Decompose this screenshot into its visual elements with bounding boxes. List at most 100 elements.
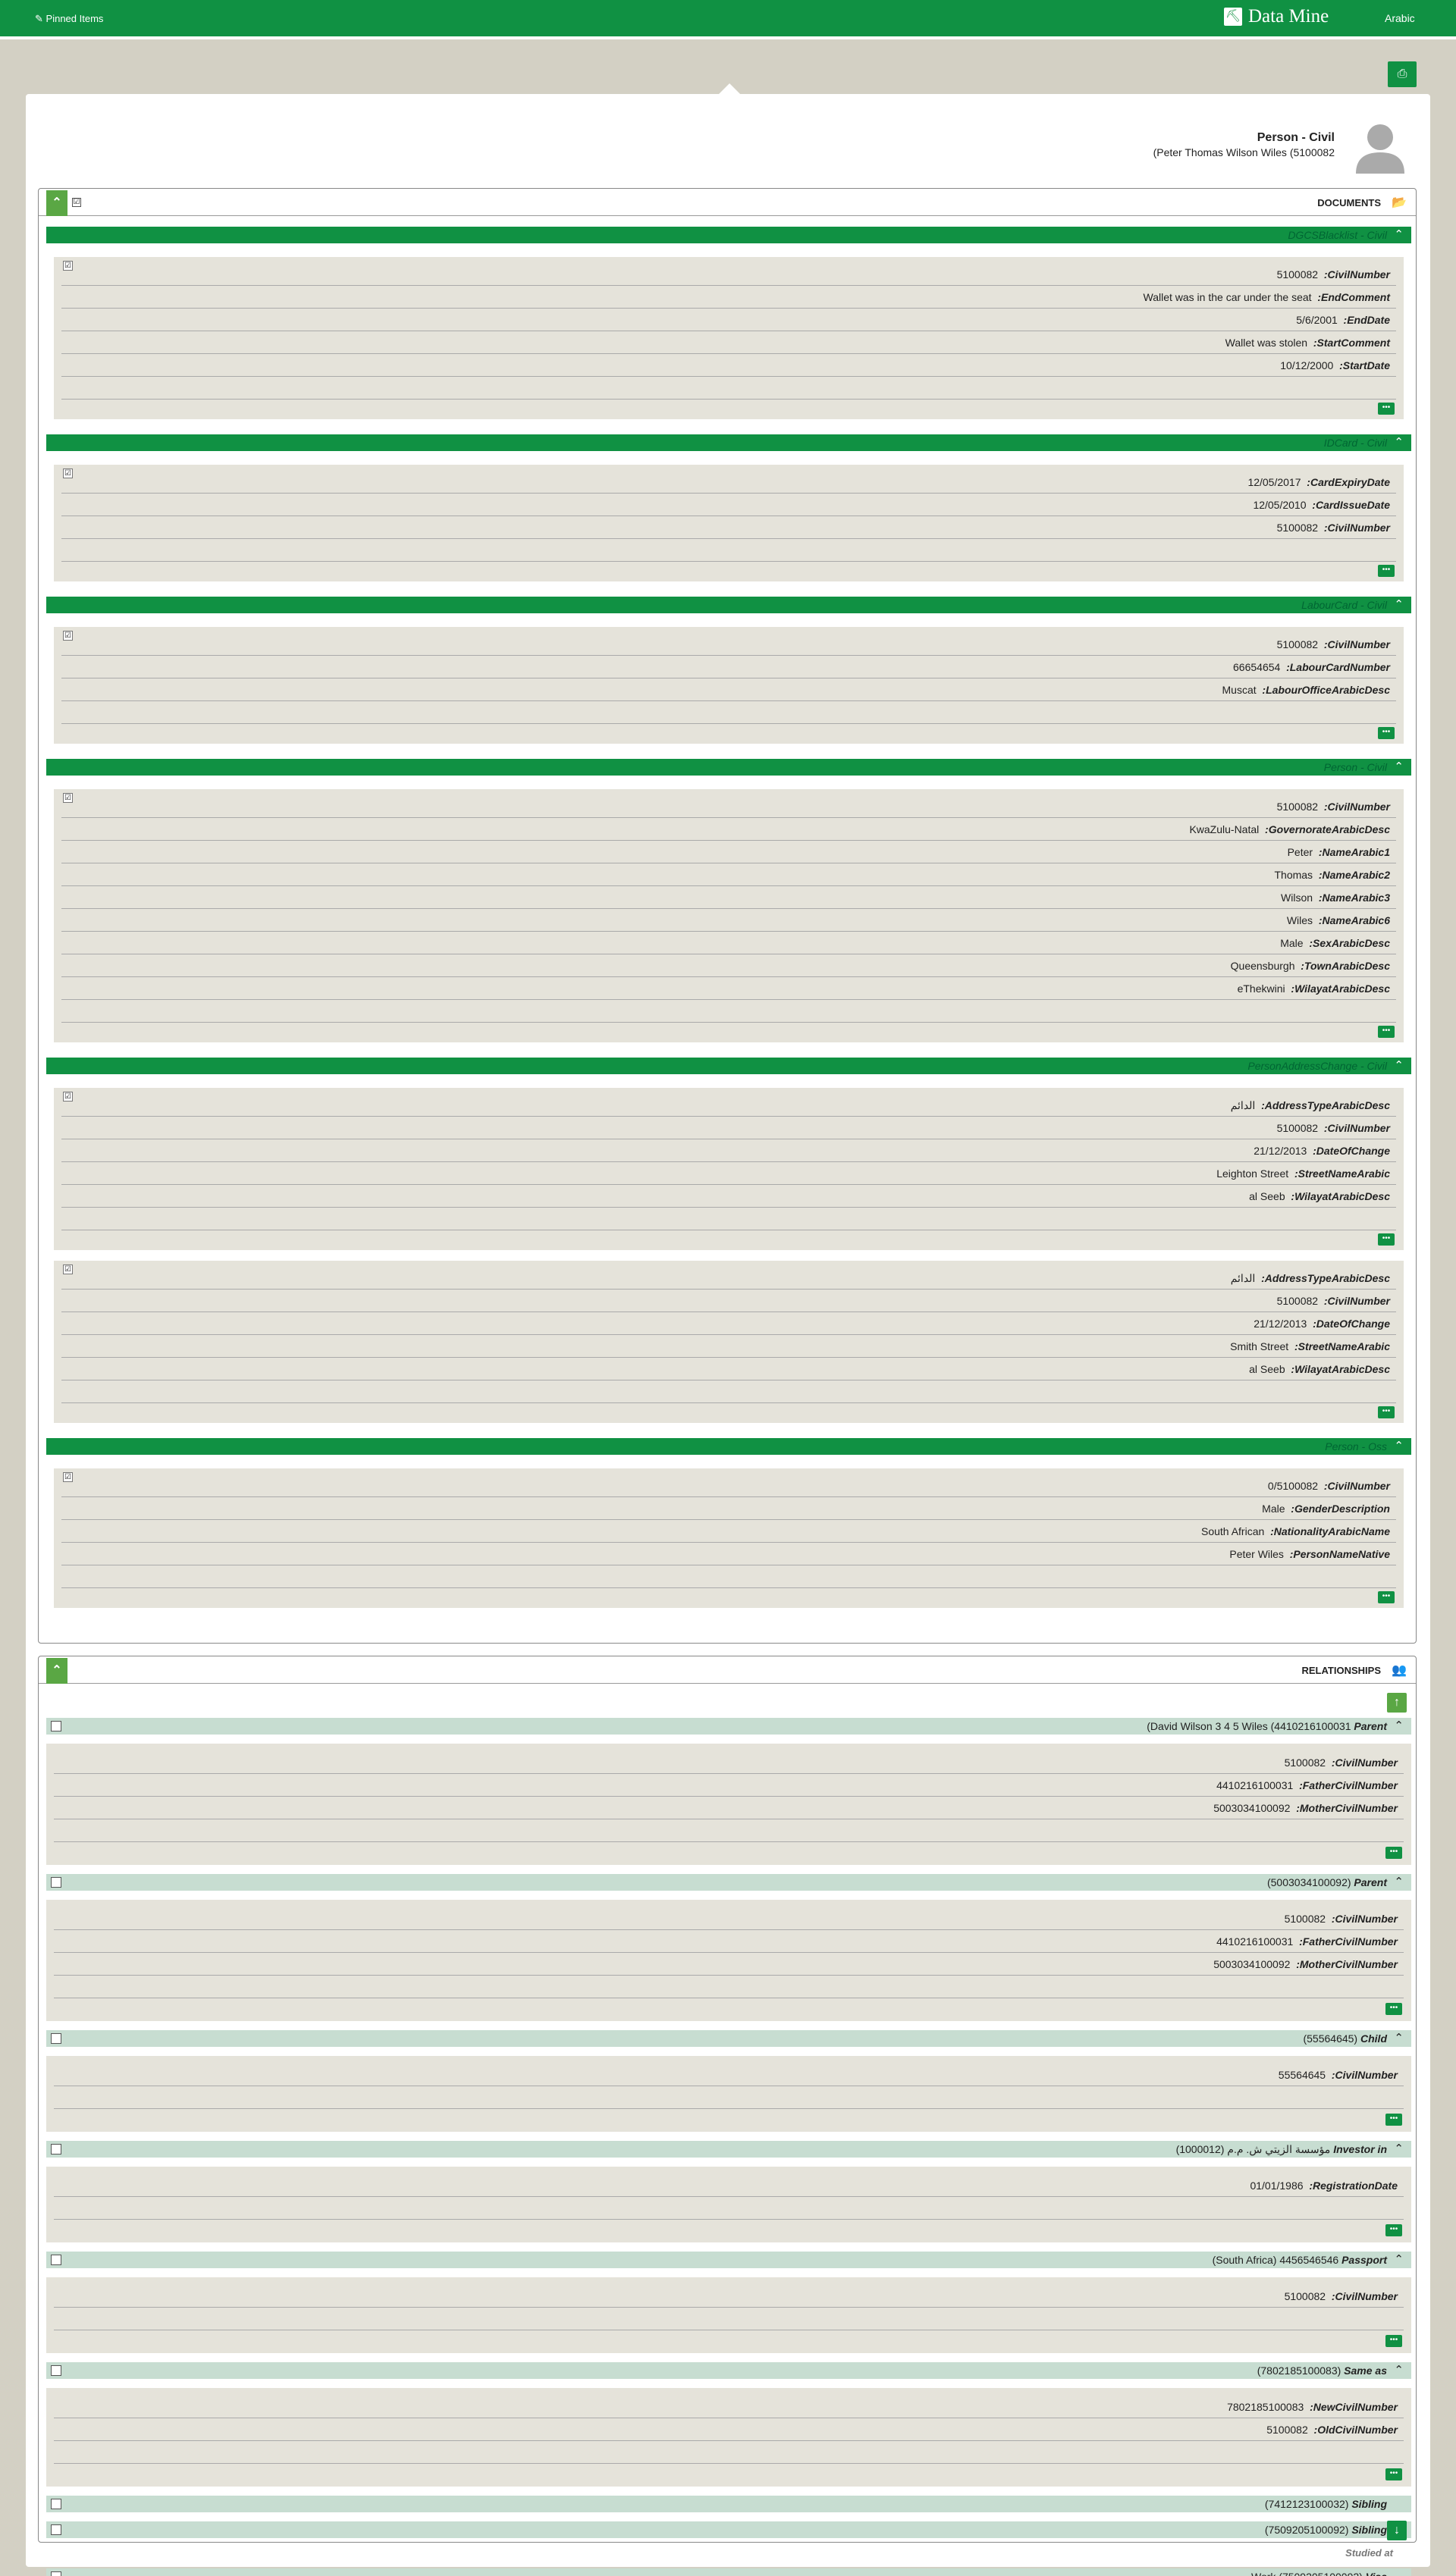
field-label: :StartDate <box>1339 359 1390 371</box>
relationship-checkbox[interactable] <box>51 2365 61 2376</box>
documents-collapse-button[interactable]: ⌃ <box>46 190 67 216</box>
data-mine-logo-icon: ⛏ <box>1224 8 1242 26</box>
field-value: Peter <box>1287 846 1313 858</box>
chevron-up-icon[interactable]: ⌃ <box>1394 1874 1404 1891</box>
field-label: :StreetNameArabic <box>1294 1167 1390 1180</box>
relationship-header[interactable]: Work (7509205100092) Visa <box>46 2568 1411 2576</box>
field-value: 5100082 <box>1266 2424 1308 2436</box>
more-options-button[interactable]: ••• <box>1378 403 1395 415</box>
document-group-header[interactable]: PersonAddressChange - Civil ⌃ <box>46 1058 1411 1074</box>
documents-select-all-checkbox[interactable]: ☑ <box>72 198 81 207</box>
relationship-type: Parent <box>1354 1876 1387 1888</box>
scroll-down-button[interactable]: ↓ <box>1387 2521 1407 2540</box>
pinned-items-link[interactable]: ✎ Pinned Items <box>35 13 103 25</box>
chevron-up-icon[interactable]: ⌃ <box>1394 2252 1404 2268</box>
relationship-header[interactable]: (55564645) Child ⌃ <box>46 2030 1411 2047</box>
field-label: :CivilNumber <box>1323 522 1390 534</box>
field-row: 5100082 :CivilNumber <box>61 795 1396 818</box>
field-value: 12/05/2010 <box>1253 499 1307 511</box>
more-options-button[interactable]: ••• <box>1385 2468 1402 2480</box>
profile-subtitle: (Peter Thomas Wilson Wiles (5100082 <box>1153 146 1335 158</box>
more-options-button[interactable]: ••• <box>1385 1847 1402 1859</box>
field-row: 5100082 :CivilNumber <box>54 2285 1404 2308</box>
field-value: 4410216100031 <box>1216 1935 1294 1948</box>
chevron-up-icon[interactable]: ⌃ <box>1394 2362 1404 2379</box>
field-value: 5100082 <box>1276 1122 1319 1134</box>
more-options-button[interactable]: ••• <box>1378 565 1395 577</box>
relationship-checkbox[interactable] <box>51 1721 61 1731</box>
chevron-up-icon[interactable]: ⌃ <box>1394 1058 1404 1074</box>
relationship-checkbox[interactable] <box>51 2033 61 2044</box>
panel-pointer <box>719 83 740 94</box>
more-options-button[interactable]: ••• <box>1378 1233 1395 1246</box>
relationship-header[interactable]: (7412123100032) Sibling <box>46 2496 1411 2512</box>
document-record-card: ☑ الدائم :AddressTypeArabicDesc 5100082 :C… <box>54 1088 1404 1250</box>
scroll-up-button[interactable]: ↑ <box>1387 1693 1407 1713</box>
relationship-header[interactable]: (South Africa) 4456546546 Passport ⌃ <box>46 2252 1411 2268</box>
more-options-button[interactable]: ••• <box>1385 2003 1402 2015</box>
relationship-checkbox[interactable] <box>51 2255 61 2265</box>
relationships-collapse-button[interactable]: ⌃ <box>46 1658 67 1684</box>
field-label: :NameArabic2 <box>1318 869 1390 881</box>
document-group-header[interactable]: DGCSBlacklist - Civil ⌃ <box>46 227 1411 243</box>
relationship-header[interactable]: (David Wilson 3 4 5 Wiles (4410216100031… <box>46 1718 1411 1735</box>
chevron-up-icon[interactable]: ⌃ <box>1394 597 1404 613</box>
field-value: 55564645 <box>1278 2069 1326 2081</box>
field-value: 5100082 <box>1276 801 1319 813</box>
more-options-button[interactable]: ••• <box>1378 1406 1395 1418</box>
empty-row <box>61 1565 1396 1588</box>
relationship-header[interactable]: مؤسسة الزيتي ش. م.م (1000012) Investor i… <box>46 2141 1411 2158</box>
relationship-checkbox[interactable] <box>51 2144 61 2155</box>
document-group-title: DGCSBlacklist - Civil <box>1288 229 1387 241</box>
chevron-up-icon[interactable]: ⌃ <box>1394 1718 1404 1735</box>
chevron-up-icon[interactable]: ⌃ <box>1394 2030 1404 2047</box>
relationship-label: Work (7509205100092) <box>1251 2571 1363 2576</box>
chevron-up-icon[interactable]: ⌃ <box>1394 434 1404 451</box>
more-options-button[interactable]: ••• <box>1378 1026 1395 1038</box>
field-label: :CivilNumber <box>1331 1757 1398 1769</box>
field-label: :RegistrationDate <box>1309 2180 1398 2192</box>
relationship-header[interactable]: (5003034100092) Parent ⌃ <box>46 1874 1411 1891</box>
app-brand[interactable]: ⛏ Data Mine <box>1224 6 1329 27</box>
document-group-title: IDCard - Civil <box>1323 437 1387 449</box>
profile-title: Person - Civil <box>1257 131 1335 144</box>
relationship-checkbox[interactable] <box>51 1877 61 1888</box>
field-value: 5100082 <box>1276 1295 1319 1307</box>
relationship-checkbox[interactable] <box>51 2571 61 2576</box>
field-label: :AddressTypeArabicDesc <box>1261 1099 1390 1111</box>
more-options-button[interactable]: ••• <box>1378 1591 1395 1603</box>
chevron-up-icon[interactable]: ⌃ <box>1394 1438 1404 1455</box>
field-label: :NameArabic6 <box>1318 914 1390 926</box>
document-group-header[interactable]: Person - Oss ⌃ <box>46 1438 1411 1455</box>
field-row: KwaZulu-Natal :GovernorateArabicDesc <box>61 818 1396 841</box>
relationship-checkbox[interactable] <box>51 2524 61 2535</box>
chevron-up-icon[interactable]: ⌃ <box>1394 2141 1404 2158</box>
more-options-button[interactable]: ••• <box>1385 2224 1402 2236</box>
field-label: :CivilNumber <box>1323 1295 1390 1307</box>
field-value: 5/6/2001 <box>1296 314 1338 326</box>
field-value: 21/12/2013 <box>1254 1318 1307 1330</box>
more-options-button[interactable]: ••• <box>1385 2114 1402 2126</box>
more-options-button[interactable]: ••• <box>1378 727 1395 739</box>
relationship-checkbox[interactable] <box>51 2499 61 2509</box>
field-row: 5100082 :CivilNumber <box>61 1290 1396 1312</box>
relationship-label: (7509205100092) <box>1264 2524 1349 2536</box>
relationship-header[interactable]: (7802185100083) Same as ⌃ <box>46 2362 1411 2379</box>
document-group-header[interactable]: Person - Civil ⌃ <box>46 759 1411 776</box>
field-row: Muscat :LabourOfficeArabicDesc <box>61 678 1396 701</box>
more-options-button[interactable]: ••• <box>1385 2335 1402 2347</box>
avatar-icon <box>1356 124 1404 174</box>
chevron-up-icon[interactable]: ⌃ <box>1394 227 1404 243</box>
field-label: :StreetNameArabic <box>1294 1340 1390 1352</box>
print-button[interactable]: ⎙ <box>1388 61 1417 87</box>
document-group-header[interactable]: LabourCard - Civil ⌃ <box>46 597 1411 613</box>
document-group-header[interactable]: IDCard - Civil ⌃ <box>46 434 1411 451</box>
language-toggle[interactable]: Arabic <box>1385 12 1415 24</box>
field-value: Peter Wiles <box>1229 1548 1284 1560</box>
document-record-card: ☑ الدائم :AddressTypeArabicDesc 5100082 :C… <box>54 1261 1404 1423</box>
field-label: :NameArabic3 <box>1318 892 1390 904</box>
relationship-header[interactable]: (7509205100092) Sibling <box>46 2521 1411 2538</box>
field-label: :SexArabicDesc <box>1309 937 1390 949</box>
folder-open-icon: 📂 <box>1392 196 1407 209</box>
chevron-up-icon[interactable]: ⌃ <box>1394 759 1404 776</box>
